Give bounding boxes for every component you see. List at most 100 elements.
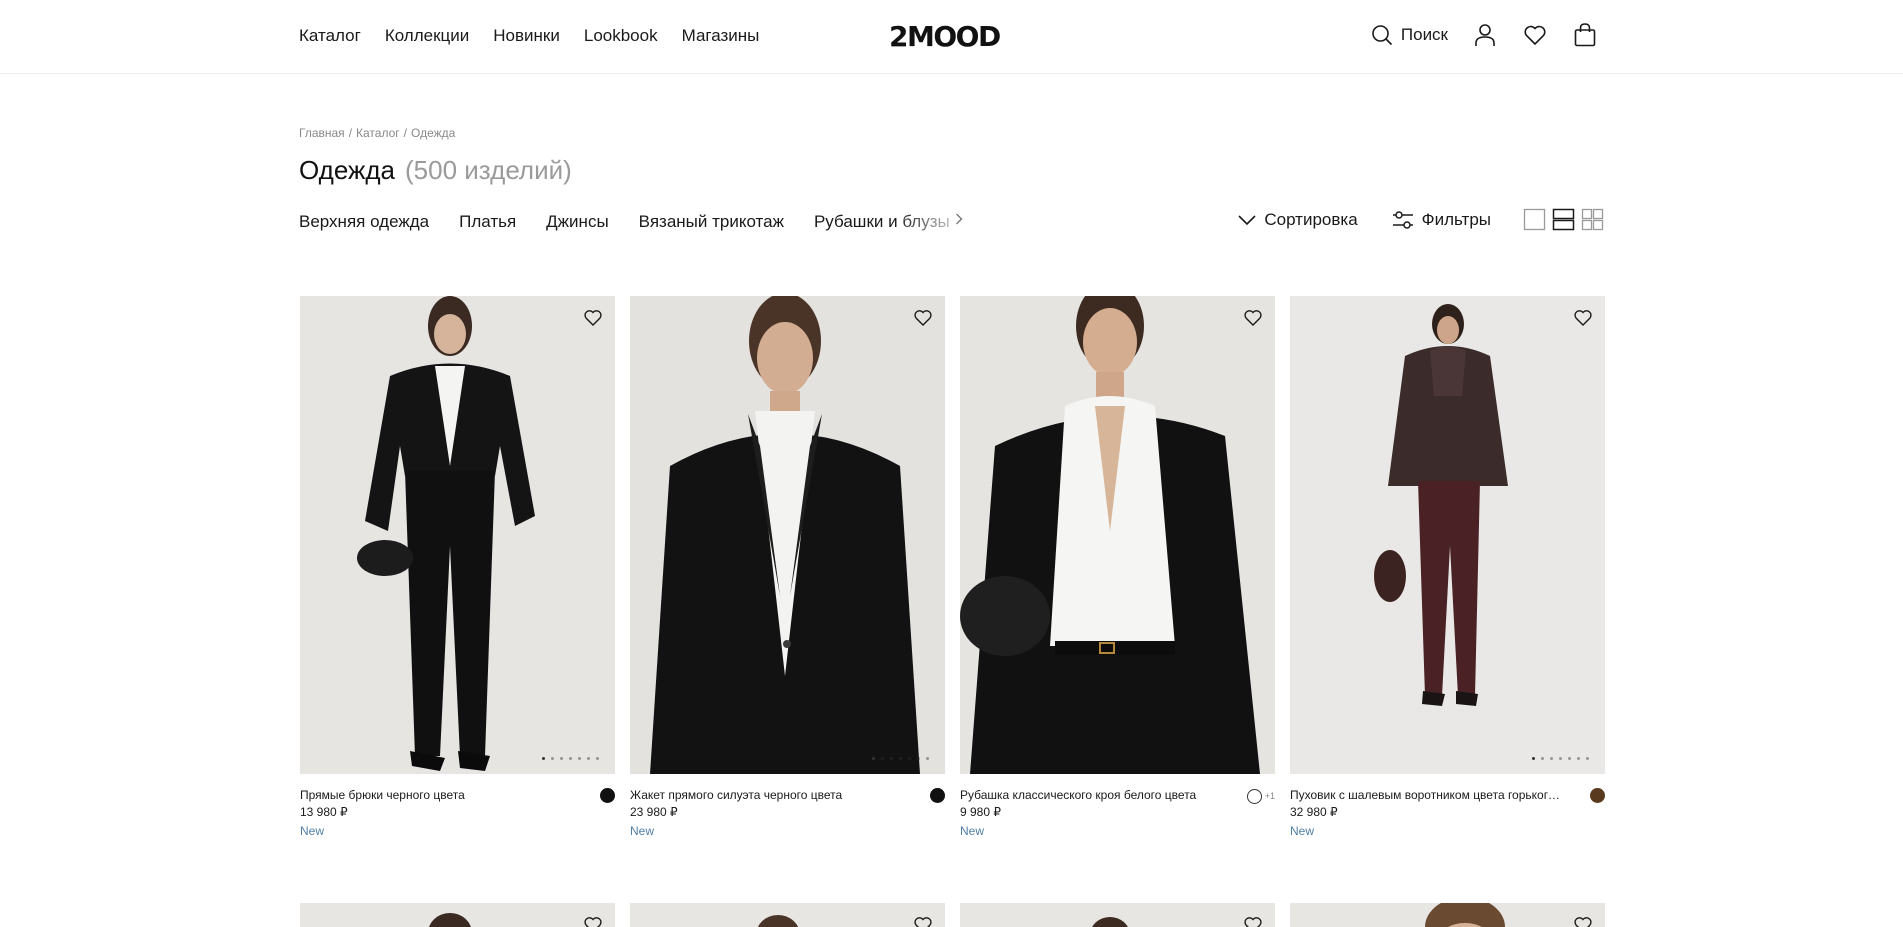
- pagination-dot[interactable]: [1586, 757, 1589, 760]
- product-card[interactable]: Жакет прямого силуэта черного цвета 23 9…: [630, 296, 945, 840]
- pagination-dot[interactable]: [890, 757, 893, 760]
- breadcrumb-separator: /: [403, 126, 407, 140]
- product-info: Жакет прямого силуэта черного цвета 23 9…: [630, 774, 945, 840]
- pagination-dot[interactable]: [578, 757, 581, 760]
- nav-new[interactable]: Новинки: [493, 26, 560, 46]
- category-outerwear[interactable]: Верхняя одежда: [299, 212, 429, 232]
- color-swatches: +1: [1246, 788, 1275, 805]
- add-to-wishlist-icon[interactable]: [1573, 308, 1593, 328]
- category-jeans[interactable]: Джинсы: [546, 212, 609, 232]
- product-grid: Прямые брюки черного цвета 13 980 ₽ New: [300, 296, 1605, 927]
- pagination-dot[interactable]: [908, 757, 911, 760]
- add-to-wishlist-icon[interactable]: [1243, 308, 1263, 328]
- product-image[interactable]: [960, 903, 1275, 927]
- pagination-dot[interactable]: [1550, 757, 1553, 760]
- product-info: Рубашка классического кроя белого цвета …: [960, 774, 1275, 840]
- add-to-wishlist-icon[interactable]: [583, 915, 603, 927]
- add-to-wishlist-icon[interactable]: [1243, 915, 1263, 927]
- pagination-dot[interactable]: [1532, 757, 1535, 760]
- color-swatch[interactable]: [600, 788, 615, 803]
- add-to-wishlist-icon[interactable]: [1573, 915, 1593, 927]
- new-badge: New: [300, 824, 325, 838]
- product-card[interactable]: [630, 903, 945, 927]
- filter-button[interactable]: Фильтры: [1392, 210, 1491, 230]
- pagination-dot[interactable]: [917, 757, 920, 760]
- account-button[interactable]: [1472, 22, 1498, 48]
- pagination-dot[interactable]: [899, 757, 902, 760]
- pagination-dot[interactable]: [569, 757, 572, 760]
- pagination-dot[interactable]: [1568, 757, 1571, 760]
- category-dresses[interactable]: Платья: [459, 212, 516, 232]
- product-image[interactable]: [1290, 296, 1605, 774]
- model-figure-illustration: [757, 915, 799, 927]
- sort-button[interactable]: Сортировка: [1238, 209, 1358, 230]
- image-pagination: [542, 757, 599, 760]
- site-header: Каталог Коллекции Новинки Lookbook Магаз…: [0, 0, 1903, 74]
- category-tabs: Верхняя одежда Платья Джинсы Вязаный три…: [299, 212, 959, 232]
- category-knitwear[interactable]: Вязаный трикотаж: [639, 212, 784, 232]
- view-double-icon[interactable]: [1552, 208, 1575, 231]
- view-single-icon[interactable]: [1523, 208, 1546, 231]
- breadcrumb-catalog[interactable]: Каталог: [356, 126, 400, 140]
- add-to-wishlist-icon[interactable]: [913, 308, 933, 328]
- product-name[interactable]: Жакет прямого силуэта черного цвета: [630, 787, 905, 804]
- product-image[interactable]: [960, 296, 1275, 774]
- color-swatch[interactable]: [1246, 789, 1262, 804]
- search-button[interactable]: Поиск: [1371, 24, 1448, 46]
- product-name[interactable]: Пуховик с шалевым воротником цвета горьк…: [1290, 787, 1565, 804]
- pagination-dot[interactable]: [596, 757, 599, 760]
- product-card[interactable]: [300, 903, 615, 927]
- model-figure-illustration: [650, 296, 920, 774]
- pagination-dot[interactable]: [1559, 757, 1562, 760]
- product-card[interactable]: [1290, 903, 1605, 927]
- product-name[interactable]: Рубашка классического кроя белого цвета: [960, 787, 1235, 804]
- breadcrumb-current: Одежда: [411, 126, 456, 140]
- product-card[interactable]: Прямые брюки черного цвета 13 980 ₽ New: [300, 296, 615, 840]
- add-to-wishlist-icon[interactable]: [583, 308, 603, 328]
- brand-logo[interactable]: 2MOOD: [889, 20, 1001, 53]
- nav-stores[interactable]: Магазины: [682, 26, 760, 46]
- category-shirts[interactable]: Рубашки и блузы: [814, 212, 950, 232]
- breadcrumb: Главная / Каталог / Одежда: [299, 126, 455, 140]
- product-image[interactable]: [300, 903, 615, 927]
- more-colors-count: +1: [1264, 791, 1275, 801]
- wishlist-button[interactable]: [1522, 22, 1548, 48]
- color-swatch[interactable]: [1590, 788, 1605, 803]
- product-card[interactable]: Рубашка классического кроя белого цвета …: [960, 296, 1275, 840]
- page-title: Одежда: [299, 155, 396, 185]
- chevron-right-icon: [956, 213, 963, 225]
- pagination-dot[interactable]: [872, 757, 875, 760]
- category-scroll-next[interactable]: [955, 212, 963, 230]
- product-image[interactable]: [1290, 903, 1605, 927]
- nav-collections[interactable]: Коллекции: [385, 26, 469, 46]
- product-image[interactable]: [300, 296, 615, 774]
- product-card[interactable]: [960, 903, 1275, 927]
- add-to-wishlist-icon[interactable]: [913, 915, 933, 927]
- model-figure-illustration: [1425, 903, 1505, 927]
- product-name[interactable]: Прямые брюки черного цвета: [300, 787, 575, 804]
- product-image[interactable]: [630, 296, 945, 774]
- pagination-dot[interactable]: [1541, 757, 1544, 760]
- new-badge: New: [960, 824, 985, 838]
- pagination-dot[interactable]: [587, 757, 590, 760]
- nav-lookbook[interactable]: Lookbook: [584, 26, 658, 46]
- pagination-dot[interactable]: [560, 757, 563, 760]
- cart-button[interactable]: [1572, 22, 1598, 48]
- header-actions: Поиск: [1371, 22, 1598, 48]
- breadcrumb-separator: /: [348, 126, 353, 140]
- color-swatch[interactable]: [930, 788, 945, 803]
- pagination-dot[interactable]: [926, 757, 929, 760]
- nav-catalog[interactable]: Каталог: [299, 26, 361, 46]
- model-figure-illustration: [429, 913, 471, 927]
- pagination-dot[interactable]: [881, 757, 884, 760]
- product-card[interactable]: Пуховик с шалевым воротником цвета горьк…: [1290, 296, 1605, 840]
- pagination-dot[interactable]: [542, 757, 545, 760]
- view-grid-icon[interactable]: [1581, 208, 1604, 231]
- page-title-row: Одежда (500 изделий): [299, 155, 572, 186]
- product-image[interactable]: [630, 903, 945, 927]
- pagination-dot[interactable]: [1577, 757, 1580, 760]
- sort-label: Сортировка: [1264, 209, 1358, 229]
- breadcrumb-home[interactable]: Главная: [299, 126, 345, 140]
- model-figure-illustration: [1092, 917, 1128, 927]
- pagination-dot[interactable]: [551, 757, 554, 760]
